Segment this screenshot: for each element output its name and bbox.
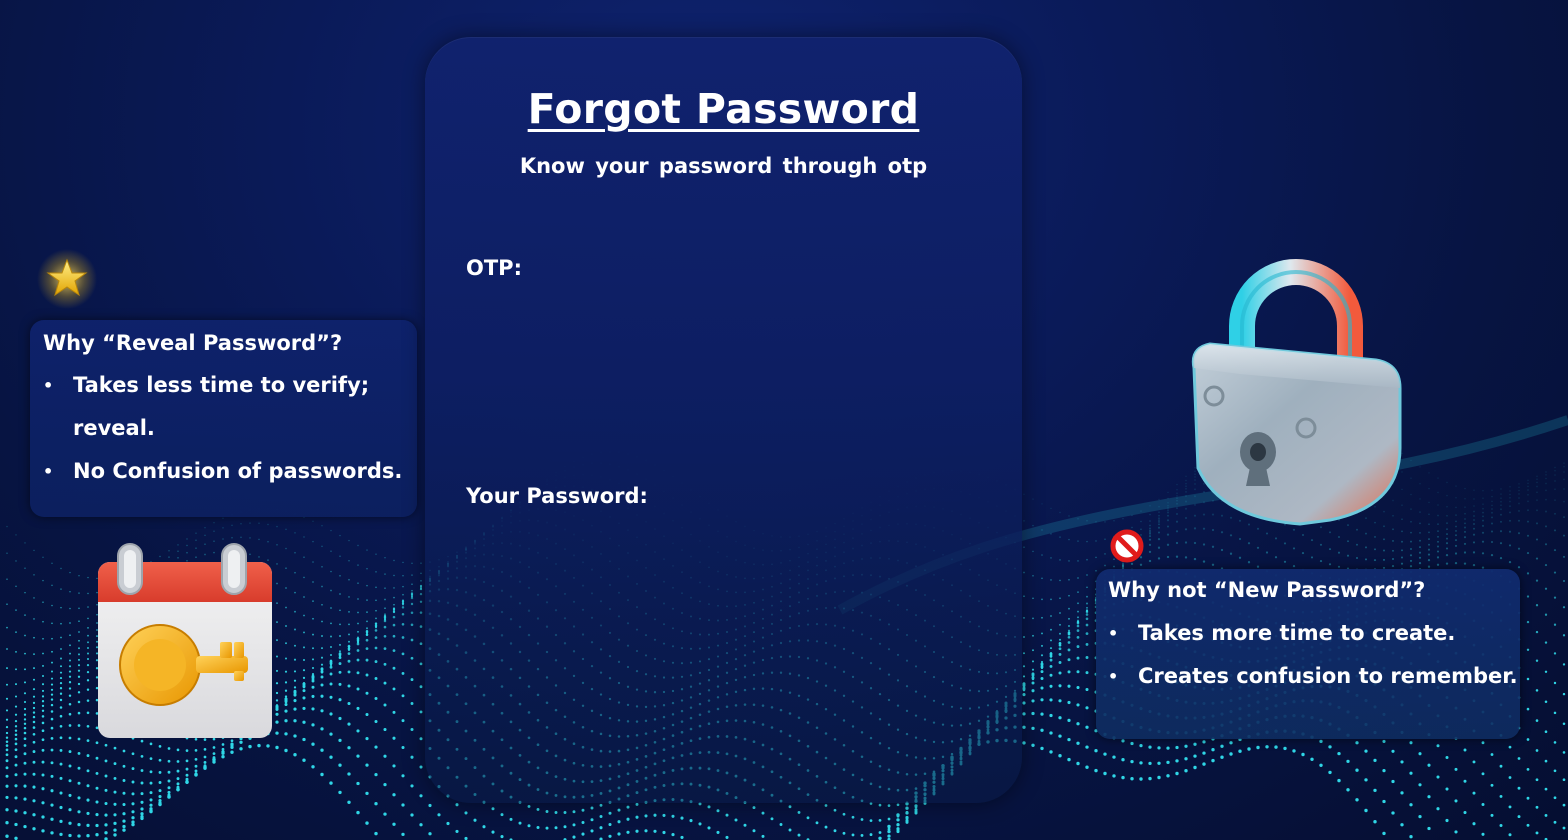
reveal-password-info-box: Why “Reveal Password”? Takes less time t… — [30, 320, 417, 517]
your-password-field[interactable] — [660, 477, 984, 513]
list-item: Takes more time to create. — [1108, 612, 1520, 655]
slide-background: Why “Reveal Password”? Takes less time t… — [0, 0, 1568, 840]
list-item: Creates confusion to remember. — [1108, 655, 1520, 698]
padlock-icon — [1191, 259, 1402, 526]
page-subtitle: Know your password through otp — [519, 154, 928, 178]
otp-input[interactable] — [575, 249, 979, 285]
new-password-heading: Why not “New Password”? — [1108, 578, 1426, 602]
page-title: Forgot Password — [527, 85, 920, 133]
prohibited-icon — [1110, 529, 1144, 563]
new-password-bullet-list: Takes more time to create. Creates confu… — [1108, 612, 1520, 698]
list-item: Takes less time to verify; reveal. — [43, 364, 413, 450]
otp-label: OTP: — [466, 256, 522, 280]
reveal-password-bullet-list: Takes less time to verify; reveal. No Co… — [43, 364, 413, 493]
list-item: No Confusion of passwords. — [43, 450, 413, 493]
calendar-key-icon — [98, 543, 272, 738]
forgot-password-card: Forgot Password Know your password throu… — [425, 37, 1022, 803]
new-password-info-box: Why not “New Password”? Takes more time … — [1096, 569, 1520, 739]
star-icon — [37, 249, 97, 309]
reveal-password-heading: Why “Reveal Password”? — [43, 331, 343, 355]
your-password-label: Your Password: — [466, 484, 648, 508]
